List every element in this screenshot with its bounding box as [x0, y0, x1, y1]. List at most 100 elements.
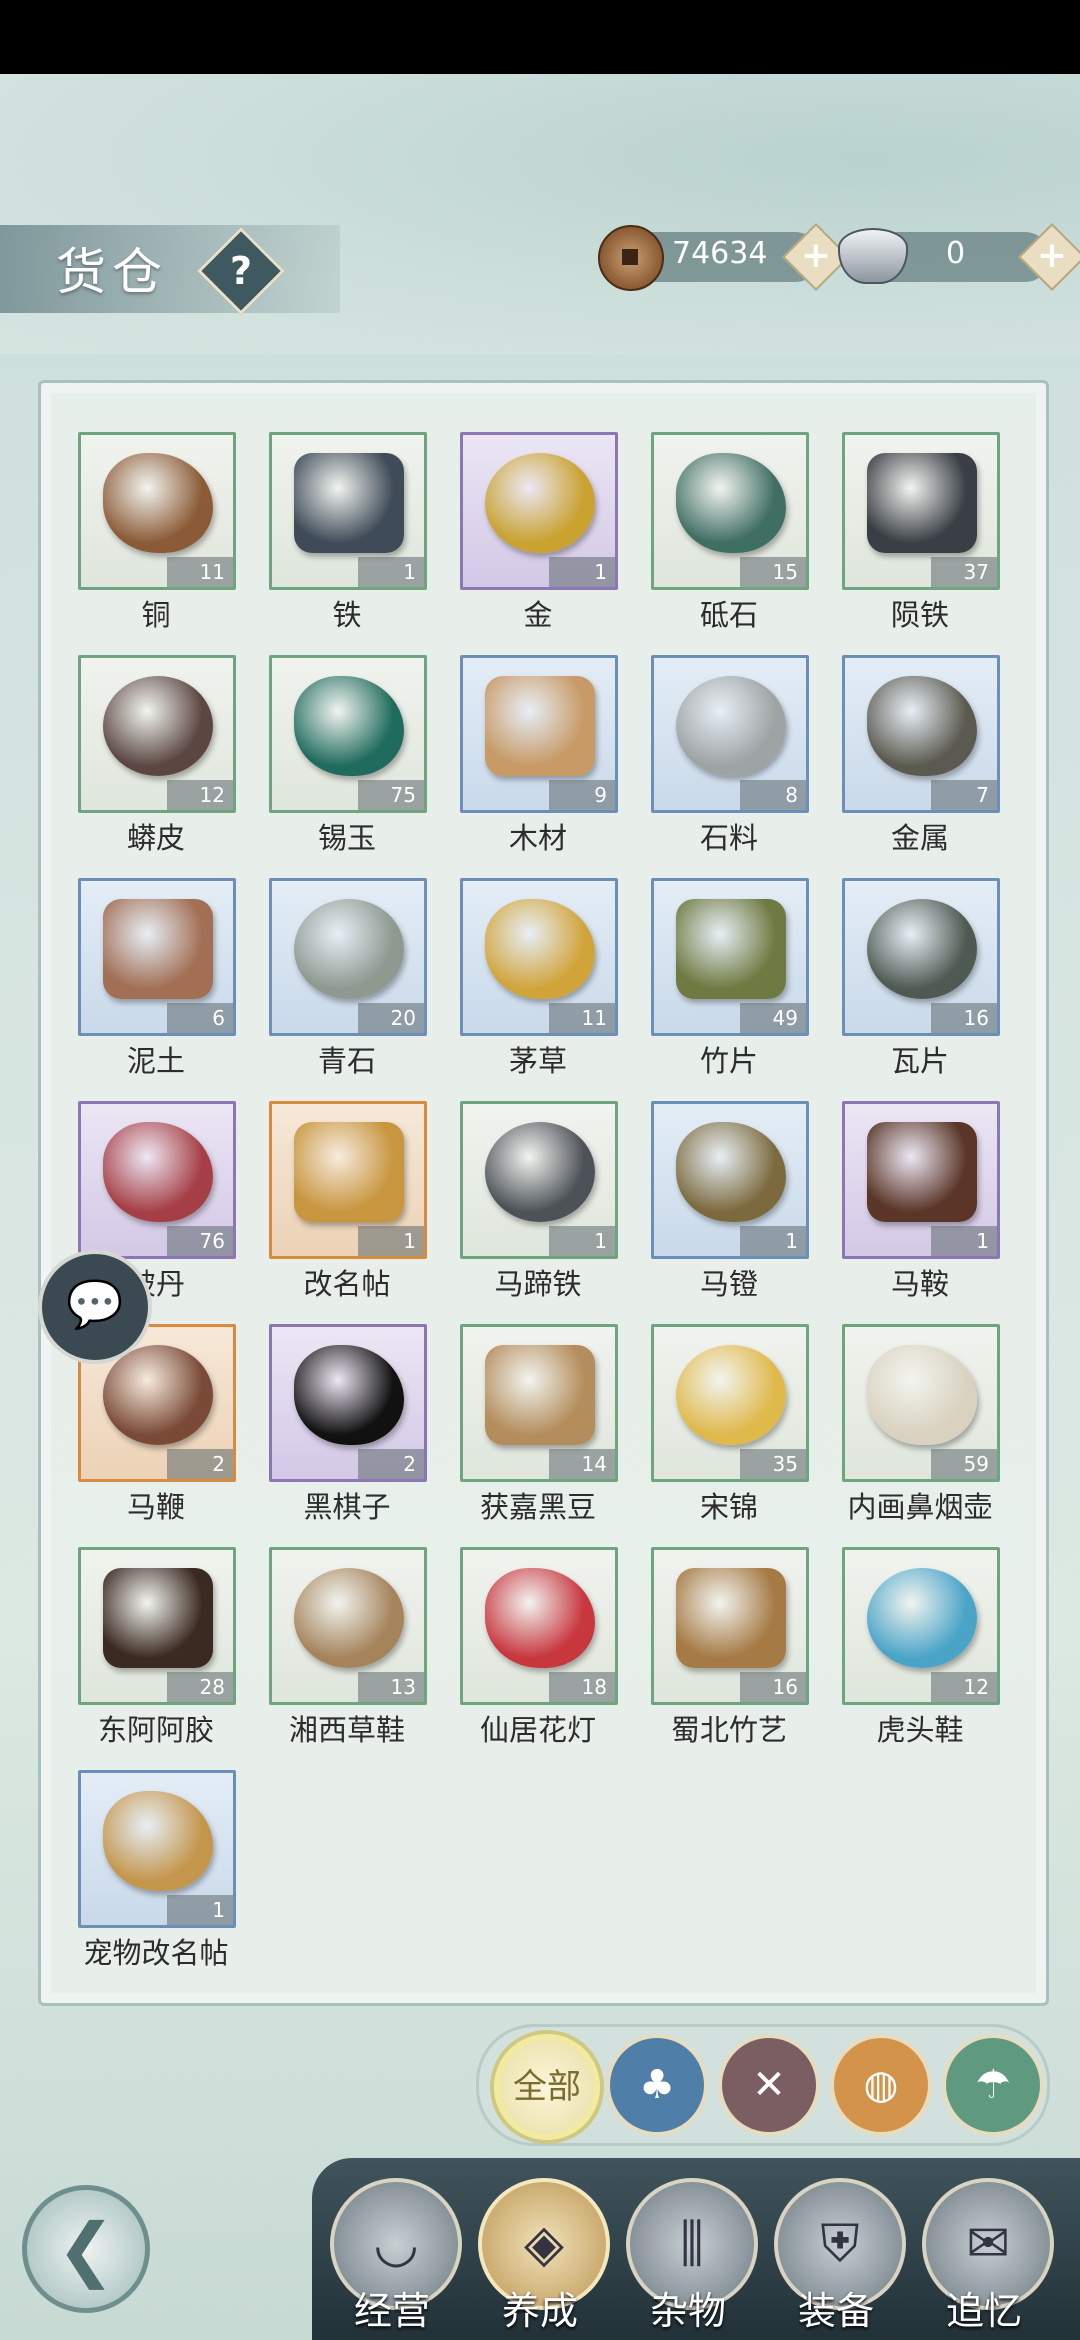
status-bar [0, 0, 1080, 74]
inventory-item[interactable]: 37 陨铁 [842, 432, 1002, 632]
item-tile: 1 [269, 432, 427, 590]
inventory-item[interactable]: 1铁 [269, 432, 429, 632]
item-tile: 1 [269, 1101, 427, 1259]
inventory-item[interactable]: 11 茅草 [460, 878, 620, 1078]
inventory-item[interactable]: 11 铜 [78, 432, 238, 632]
inventory-item[interactable]: 18 仙居花灯 [460, 1547, 620, 1747]
item-name: 获嘉黑豆 [479, 1490, 596, 1524]
inventory-item[interactable]: 75 锡玉 [269, 655, 429, 855]
item-tile: 1 [460, 1101, 618, 1259]
item-image [485, 453, 595, 553]
item-name: 内画鼻烟壶 [847, 1490, 993, 1524]
item-image [676, 1122, 786, 1222]
item-count: 11 [167, 557, 233, 587]
silver-ingot-icon [838, 228, 908, 284]
chat-icon: 💬 [66, 1277, 124, 1331]
item-image [294, 676, 404, 776]
filter-all-button[interactable]: 全部 [494, 2034, 600, 2140]
inventory-item[interactable]: 9 木材 [460, 655, 620, 855]
item-tile: 18 [460, 1547, 618, 1705]
nav-equipment-label: 装备 [797, 2289, 874, 2333]
item-count: 16 [931, 1003, 997, 1033]
item-name: 石料 [699, 821, 758, 855]
item-count: 1 [931, 1226, 997, 1256]
item-name: 铁 [332, 598, 362, 632]
item-name: 宠物改名帖 [83, 1936, 229, 1970]
item-count: 12 [931, 1672, 997, 1702]
item-tile: 1 [78, 1770, 236, 1928]
inventory-item[interactable]: 1 马镫 [651, 1101, 811, 1301]
item-tile: 76 [78, 1101, 236, 1259]
item-image [676, 1345, 786, 1445]
item-count: 9 [549, 780, 615, 810]
nav-manage-label: 经营 [353, 2289, 430, 2333]
inventory-item[interactable]: 28 东阿阿胶 [78, 1547, 238, 1747]
filter-tools-button[interactable]: ✕ [718, 2034, 820, 2136]
nav-memories-label: 追忆 [945, 2289, 1022, 2333]
item-image [103, 1791, 213, 1891]
back-button[interactable]: ❮ [22, 2185, 150, 2313]
item-tile: 16 [651, 1547, 809, 1705]
inventory-item[interactable]: 15 砥石 [651, 432, 811, 632]
item-name: 砥石 [699, 598, 758, 632]
item-count: 2 [358, 1449, 424, 1479]
item-image [867, 453, 977, 553]
item-tile: 1 [842, 1101, 1000, 1259]
item-tile: 2 [269, 1324, 427, 1482]
copper-coin-icon [598, 225, 664, 291]
item-tile: 13 [269, 1547, 427, 1705]
item-name: 锡玉 [317, 821, 376, 855]
item-image [485, 1122, 595, 1222]
inventory-item[interactable]: 12 虎头鞋 [842, 1547, 1002, 1747]
item-image [867, 1122, 977, 1222]
inventory-item[interactable]: 59 内画鼻烟壶 [842, 1324, 1002, 1524]
coin-value: 74634 [672, 236, 768, 271]
inventory-item[interactable]: 8 石料 [651, 655, 811, 855]
inventory-item[interactable]: 7 金属 [842, 655, 1002, 855]
inventory-item[interactable]: 14 获嘉黑豆 [460, 1324, 620, 1524]
item-name: 马蹄铁 [494, 1267, 582, 1301]
inventory-item[interactable]: 1金 [460, 432, 620, 632]
item-count: 2 [167, 1449, 233, 1479]
item-name: 虎头鞋 [876, 1713, 964, 1747]
inventory-item[interactable]: 1 马鞍 [842, 1101, 1002, 1301]
item-image [294, 1345, 404, 1445]
item-name: 湘西草鞋 [288, 1713, 405, 1747]
title-bar [0, 225, 340, 313]
item-count: 1 [740, 1226, 806, 1256]
inventory-item[interactable]: 1 宠物改名帖 [78, 1770, 238, 1970]
item-name: 蟒皮 [126, 821, 185, 855]
item-count: 12 [167, 780, 233, 810]
item-count: 37 [931, 557, 997, 587]
inventory-item[interactable]: 1 改名帖 [269, 1101, 429, 1301]
item-tile: 1 [460, 432, 618, 590]
inventory-item[interactable]: 35 宋锦 [651, 1324, 811, 1524]
item-image [103, 1122, 213, 1222]
inventory-item[interactable]: 2 黑棋子 [269, 1324, 429, 1524]
item-image [867, 899, 977, 999]
inventory-item[interactable]: 1 马蹄铁 [460, 1101, 620, 1301]
item-name: 马镫 [699, 1267, 758, 1301]
back-arrow-icon: ❮ [56, 2208, 116, 2290]
item-name: 竹片 [699, 1044, 758, 1078]
item-image [294, 899, 404, 999]
item-count: 13 [358, 1672, 424, 1702]
inventory-item[interactable]: 13 湘西草鞋 [269, 1547, 429, 1747]
filter-cloth-button[interactable]: ♣ [606, 2034, 708, 2136]
item-image [103, 1568, 213, 1668]
inventory-item[interactable]: 20 青石 [269, 878, 429, 1078]
inventory-item[interactable]: 16 蜀北竹艺 [651, 1547, 811, 1747]
filter-materials-button[interactable]: ◍ [830, 2034, 932, 2136]
inventory-item[interactable]: 49 竹片 [651, 878, 811, 1078]
inventory-item[interactable]: 6 泥土 [78, 878, 238, 1078]
inventory-item[interactable]: 12 蟒皮 [78, 655, 238, 855]
item-image [485, 1345, 595, 1445]
item-image [676, 453, 786, 553]
chat-button[interactable]: 💬 [38, 1250, 152, 1364]
item-tile: 49 [651, 878, 809, 1036]
item-tile: 20 [269, 878, 427, 1036]
item-image [103, 899, 213, 999]
inventory-item[interactable]: 16 瓦片 [842, 878, 1002, 1078]
item-tile: 35 [651, 1324, 809, 1482]
filter-decor-button[interactable]: ☂ [942, 2034, 1044, 2136]
